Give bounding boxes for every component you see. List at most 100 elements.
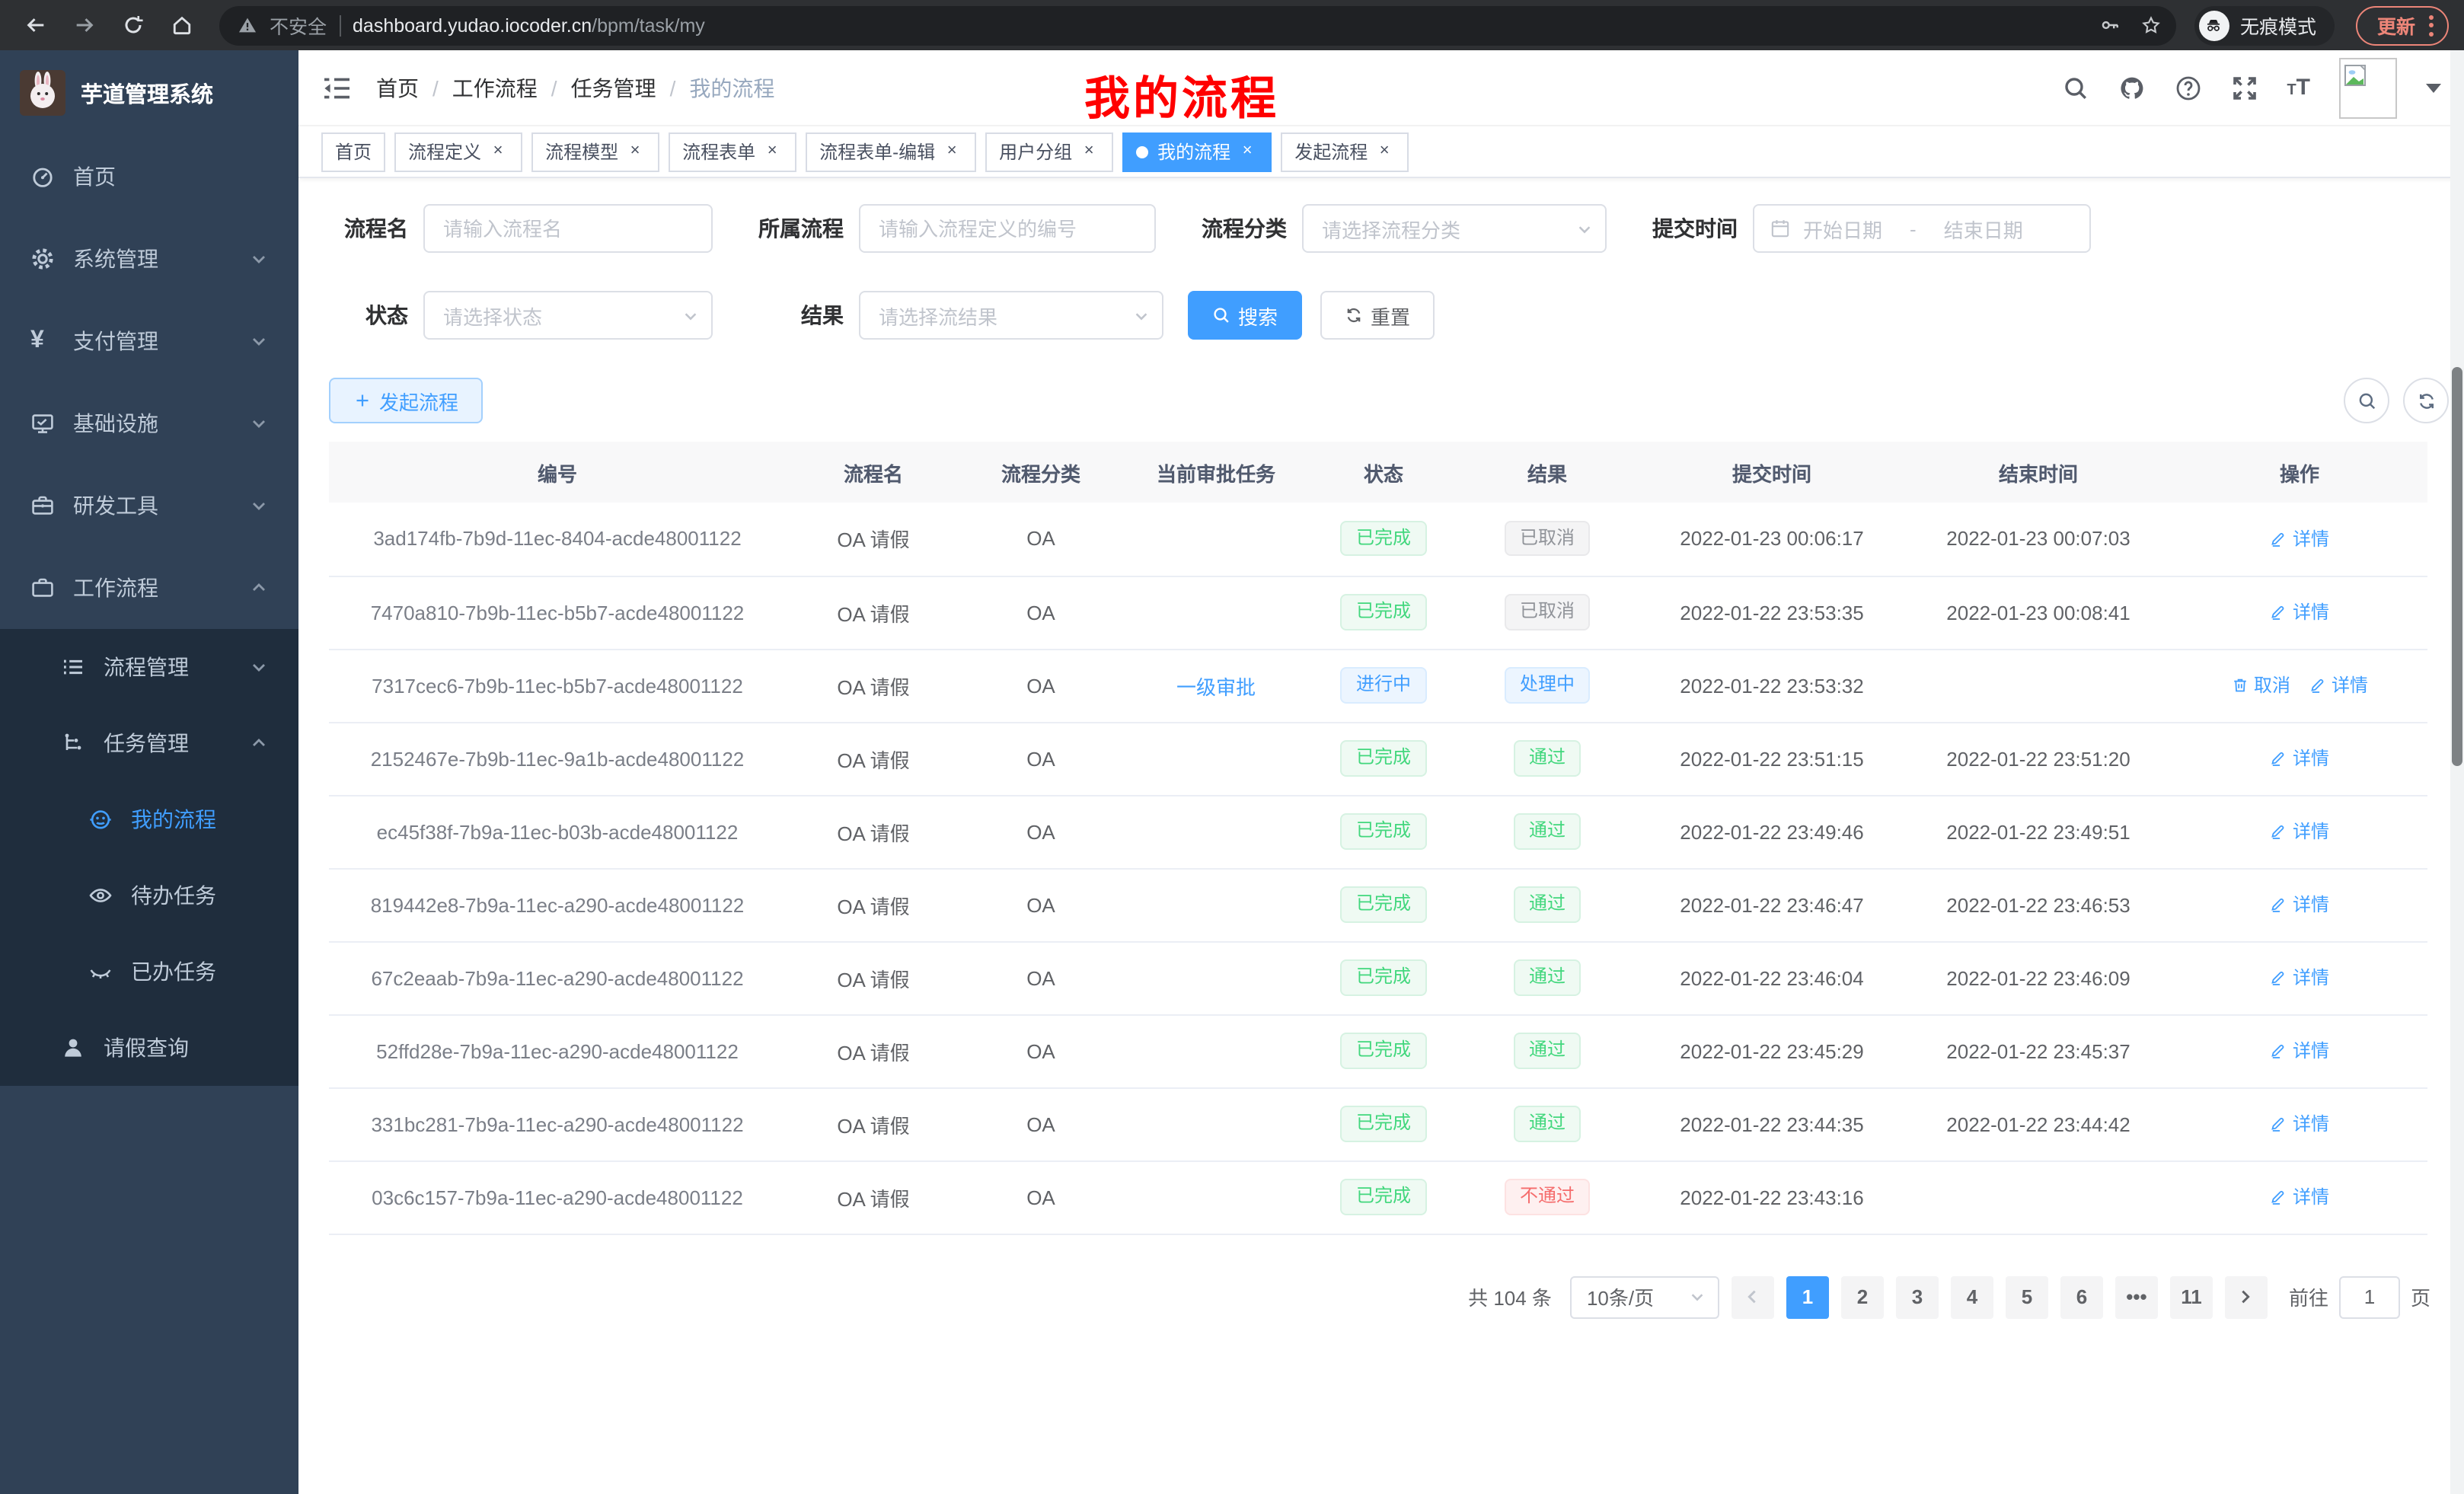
tab-close-icon[interactable]: × bbox=[1078, 141, 1100, 162]
tab-流程表单[interactable]: 流程表单× bbox=[669, 132, 796, 171]
详情-action-link[interactable]: 详情 bbox=[2270, 745, 2329, 771]
table-header-row: 编号流程名流程分类当前审批任务状态结果提交时间结束时间操作 bbox=[329, 442, 2427, 503]
edit-icon bbox=[2270, 969, 2288, 987]
page-button-2[interactable]: 2 bbox=[1841, 1275, 1884, 1318]
tabs-bar: 首页流程定义×流程模型×流程表单×流程表单-编辑×用户分组×我的流程×发起流程× bbox=[298, 126, 2464, 178]
tab-close-icon[interactable]: × bbox=[761, 141, 783, 162]
tab-close-icon[interactable]: × bbox=[1374, 141, 1395, 162]
详情-action-link[interactable]: 详情 bbox=[2270, 1038, 2329, 1064]
next-page-button[interactable] bbox=[2225, 1275, 2268, 1318]
sidebar-item-请假查询[interactable]: 请假查询 bbox=[0, 1010, 298, 1086]
sidebar-item-我的流程[interactable]: 我的流程 bbox=[0, 781, 298, 857]
name-input[interactable] bbox=[425, 206, 711, 251]
page-button-5[interactable]: 5 bbox=[2006, 1275, 2048, 1318]
详情-action-link[interactable]: 详情 bbox=[2270, 819, 2329, 844]
address-bar[interactable]: 不安全 dashboard.yudao.iocoder.cn/bpm/task/… bbox=[219, 5, 2176, 45]
search-icon[interactable] bbox=[2061, 74, 2089, 101]
sidebar-item-首页[interactable]: 首页 bbox=[0, 136, 298, 218]
page-button-1[interactable]: 1 bbox=[1786, 1275, 1829, 1318]
tab-发起流程[interactable]: 发起流程× bbox=[1281, 132, 1409, 171]
reload-icon[interactable] bbox=[113, 5, 152, 45]
取消-action-link[interactable]: 取消 bbox=[2231, 672, 2290, 698]
sidebar-item-已办任务[interactable]: 已办任务 bbox=[0, 934, 298, 1010]
toggle-search-button[interactable] bbox=[2344, 378, 2389, 423]
current-task bbox=[1121, 868, 1311, 941]
tab-首页[interactable]: 首页 bbox=[321, 132, 385, 171]
sidebar-item-流程管理[interactable]: 流程管理 bbox=[0, 629, 298, 705]
avatar[interactable] bbox=[2339, 57, 2397, 118]
breadcrumb-task[interactable]: 任务管理 bbox=[571, 72, 656, 103]
详情-action-link[interactable]: 详情 bbox=[2270, 1184, 2329, 1210]
page-button-4[interactable]: 4 bbox=[1951, 1275, 1993, 1318]
tab-close-icon[interactable]: × bbox=[487, 141, 509, 162]
forward-icon[interactable] bbox=[64, 5, 104, 45]
app-logo[interactable]: 芋道管理系统 bbox=[0, 50, 298, 136]
process-input[interactable] bbox=[860, 206, 1154, 251]
create-process-button[interactable]: 发起流程 bbox=[329, 378, 483, 423]
result-select[interactable]: 请选择流结果 bbox=[859, 291, 1163, 340]
详情-action-link[interactable]: 详情 bbox=[2270, 599, 2329, 625]
status-select[interactable]: 请选择状态 bbox=[423, 291, 713, 340]
详情-action-link[interactable]: 详情 bbox=[2270, 1111, 2329, 1137]
help-icon[interactable] bbox=[2174, 74, 2201, 101]
list-icon bbox=[61, 655, 85, 679]
breadcrumb-home[interactable]: 首页 bbox=[376, 72, 419, 103]
chevron-down-icon bbox=[1689, 1288, 1706, 1305]
sidebar-item-任务管理[interactable]: 任务管理 bbox=[0, 705, 298, 781]
sidebar-item-研发工具[interactable]: 研发工具 bbox=[0, 464, 298, 547]
sidebar-item-待办任务[interactable]: 待办任务 bbox=[0, 857, 298, 934]
chevron-down-icon bbox=[250, 414, 268, 433]
table-row: 67c2eaab-7b9a-11ec-a290-acde48001122OA 请… bbox=[329, 941, 2427, 1014]
tab-close-icon[interactable]: × bbox=[1237, 141, 1258, 162]
github-icon[interactable] bbox=[2118, 74, 2145, 101]
page-size-select[interactable]: 10条/页 bbox=[1570, 1275, 1719, 1318]
reset-button[interactable]: 重置 bbox=[1320, 291, 1435, 340]
sidebar-collapse-icon[interactable] bbox=[321, 72, 352, 103]
task-link[interactable]: 一级审批 bbox=[1176, 675, 1256, 698]
tab-流程表单-编辑[interactable]: 流程表单-编辑× bbox=[806, 132, 976, 171]
refresh-table-button[interactable] bbox=[2403, 378, 2449, 423]
tab-close-icon[interactable]: × bbox=[624, 141, 646, 162]
home-icon[interactable] bbox=[161, 5, 201, 45]
fullscreen-icon[interactable] bbox=[2230, 74, 2258, 101]
tab-label: 我的流程 bbox=[1157, 139, 1230, 164]
sidebar-item-工作流程[interactable]: 工作流程 bbox=[0, 547, 298, 629]
update-button[interactable]: 更新 bbox=[2356, 5, 2449, 45]
prev-page-button[interactable] bbox=[1732, 1275, 1774, 1318]
tab-close-icon[interactable]: × bbox=[941, 141, 962, 162]
avatar-dropdown-icon[interactable] bbox=[2426, 83, 2441, 92]
key-icon[interactable] bbox=[2100, 15, 2120, 35]
page-button-11[interactable]: 11 bbox=[2170, 1275, 2213, 1318]
tab-用户分组[interactable]: 用户分组× bbox=[985, 132, 1113, 171]
bookmark-star-icon[interactable] bbox=[2141, 15, 2161, 35]
window-scrollbar[interactable] bbox=[2450, 50, 2464, 1494]
sidebar-item-系统管理[interactable]: 系统管理 bbox=[0, 218, 298, 300]
page-jump-input[interactable] bbox=[2339, 1275, 2400, 1318]
browser-menu-icon[interactable] bbox=[2429, 14, 2434, 36]
column-header-状态: 状态 bbox=[1311, 442, 1456, 503]
search-button[interactable]: 搜索 bbox=[1188, 291, 1302, 340]
详情-action-link[interactable]: 详情 bbox=[2309, 672, 2368, 698]
back-icon[interactable] bbox=[15, 5, 55, 45]
tab-流程定义[interactable]: 流程定义× bbox=[394, 132, 522, 171]
current-task bbox=[1121, 722, 1311, 795]
category-select[interactable]: 请选择流程分类 bbox=[1302, 204, 1607, 253]
tab-我的流程[interactable]: 我的流程 × bbox=[1122, 132, 1272, 171]
date-range-picker[interactable]: 开始日期 - 结束日期 bbox=[1753, 204, 2091, 253]
tab-label: 流程模型 bbox=[545, 139, 618, 164]
sidebar-item-基础设施[interactable]: 基础设施 bbox=[0, 382, 298, 464]
sidebar-item-支付管理[interactable]: ¥支付管理 bbox=[0, 300, 298, 382]
详情-action-link[interactable]: 详情 bbox=[2270, 965, 2329, 991]
详情-action-link[interactable]: 详情 bbox=[2270, 525, 2329, 551]
pagination-ellipsis[interactable]: ••• bbox=[2115, 1275, 2158, 1318]
browser-toolbar: 不安全 dashboard.yudao.iocoder.cn/bpm/task/… bbox=[0, 0, 2464, 50]
user-icon bbox=[61, 1036, 85, 1060]
page-button-6[interactable]: 6 bbox=[2060, 1275, 2103, 1318]
page-button-3[interactable]: 3 bbox=[1896, 1275, 1939, 1318]
row-actions: 详情 bbox=[2172, 722, 2427, 795]
tab-流程模型[interactable]: 流程模型 × bbox=[531, 132, 659, 171]
scrollbar-thumb[interactable] bbox=[2452, 367, 2462, 766]
详情-action-link[interactable]: 详情 bbox=[2270, 892, 2329, 918]
breadcrumb-workflow[interactable]: 工作流程 bbox=[452, 72, 538, 103]
font-size-icon[interactable]: TT bbox=[2287, 75, 2310, 101]
